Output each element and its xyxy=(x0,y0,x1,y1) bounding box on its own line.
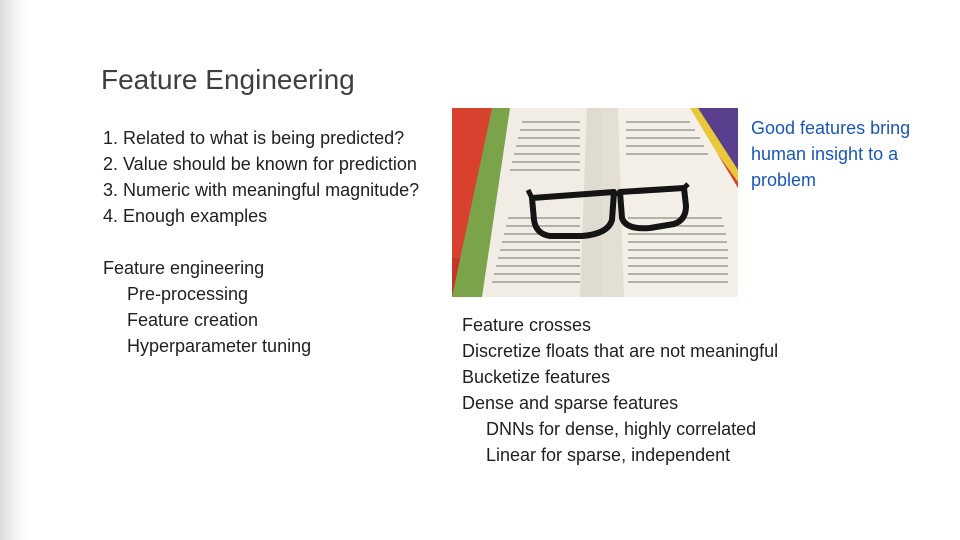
criteria-item: 1. Related to what is being predicted? xyxy=(103,128,405,148)
feature-engineering-item: Hyperparameter tuning xyxy=(127,336,312,356)
feature-engineering-item: Feature creation xyxy=(127,310,259,330)
feature-engineering-list: Feature engineering Pre-processing Featu… xyxy=(103,255,311,359)
technique-item: Feature crosses xyxy=(462,315,592,335)
criteria-list: 1. Related to what is being predicted? 2… xyxy=(103,125,419,229)
technique-item: Discretize floats that are not meaningfu… xyxy=(462,341,779,361)
technique-sub-item: DNNs for dense, highly correlated xyxy=(486,419,757,439)
feature-engineering-heading: Feature engineering xyxy=(103,258,265,278)
slide-title: Feature Engineering xyxy=(101,64,355,95)
technique-item: Dense and sparse features xyxy=(462,393,679,413)
criteria-item: 3. Numeric with meaningful magnitude? xyxy=(103,180,420,200)
open-book-with-glasses-image xyxy=(452,108,738,297)
criteria-item: 4. Enough examples xyxy=(103,206,268,226)
left-edge-shadow xyxy=(0,0,28,540)
technique-item: Bucketize features xyxy=(462,367,611,387)
callout-text: Good features bring human insight to a p… xyxy=(751,118,911,190)
book-glasses-illustration xyxy=(452,108,738,297)
technique-sub-item: Linear for sparse, independent xyxy=(486,445,731,465)
techniques-list: Feature crosses Discretize floats that a… xyxy=(462,312,778,468)
feature-engineering-item: Pre-processing xyxy=(127,284,249,304)
criteria-item: 2. Value should be known for prediction xyxy=(103,154,417,174)
